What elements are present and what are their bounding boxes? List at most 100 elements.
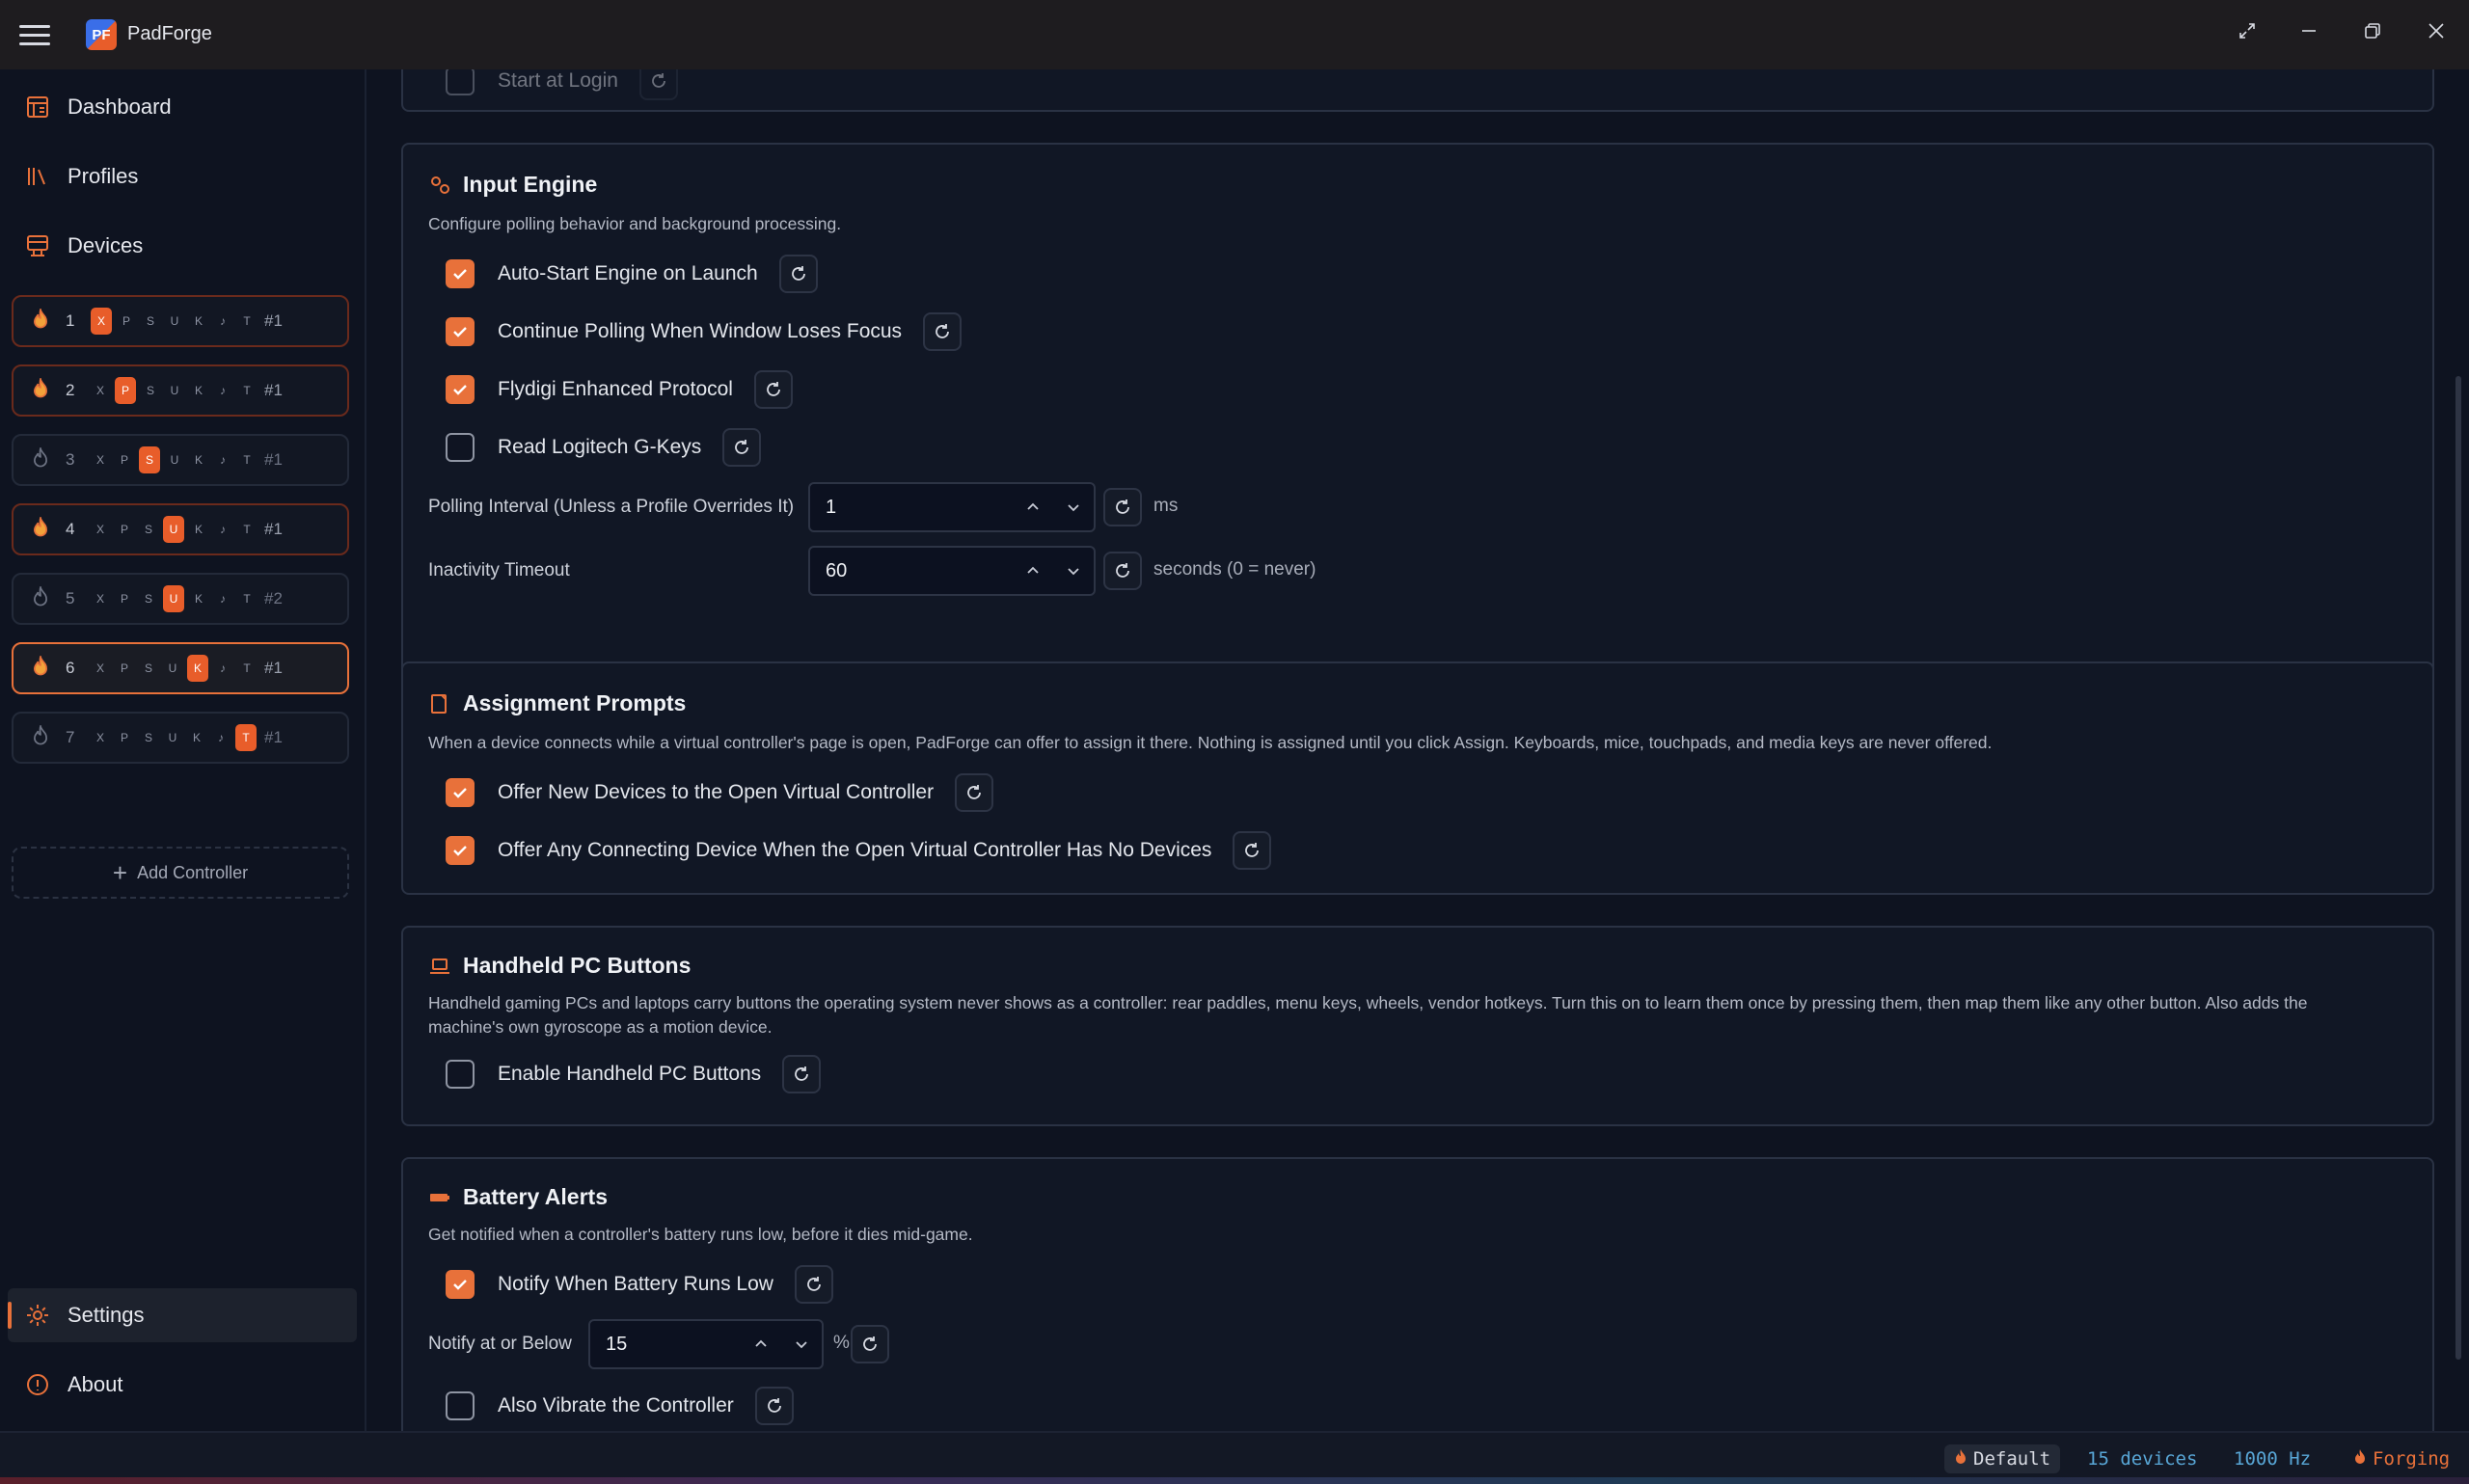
fullscreen-icon[interactable]: [2222, 10, 2272, 52]
vibrate-checkbox[interactable]: [446, 1391, 475, 1420]
decrement-icon[interactable]: [1053, 548, 1094, 594]
auto-start-checkbox[interactable]: [446, 259, 475, 288]
controller-slot-5[interactable]: 5 X P S U K ♪ T #2: [12, 573, 349, 625]
keyboard-icon[interactable]: K: [189, 311, 208, 331]
user-icon[interactable]: U: [165, 311, 184, 331]
reset-icon[interactable]: [722, 428, 762, 467]
add-controller-button[interactable]: + Add Controller: [12, 847, 349, 899]
reset-icon[interactable]: [754, 1387, 794, 1425]
logitech-gkeys-checkbox[interactable]: [446, 433, 475, 462]
sidebar-item-settings[interactable]: Settings: [8, 1288, 357, 1342]
playstation-icon[interactable]: P: [115, 659, 134, 678]
xbox-icon[interactable]: X: [91, 589, 110, 608]
content-scrollbar[interactable]: [2455, 376, 2461, 1360]
reset-icon[interactable]: [778, 255, 818, 293]
controller-slot-3[interactable]: 3 X P S U K ♪ T #1: [12, 434, 349, 486]
increment-icon[interactable]: [1013, 484, 1053, 530]
sidebar-item-dashboard[interactable]: Dashboard: [8, 80, 357, 134]
close-icon[interactable]: [2411, 10, 2461, 52]
sidebar-item-about[interactable]: About: [8, 1358, 357, 1412]
switch-icon[interactable]: S: [139, 520, 158, 539]
controller-slot-7[interactable]: 7 X P S U K ♪ T #1: [12, 712, 349, 764]
touchpad-icon[interactable]: T: [235, 724, 257, 751]
user-icon[interactable]: U: [163, 659, 182, 678]
controller-slot-2[interactable]: 2 X P S U K ♪ T #1: [12, 364, 349, 417]
continue-polling-checkbox[interactable]: [446, 317, 475, 346]
reset-icon[interactable]: [753, 370, 793, 409]
active-profile-badge[interactable]: Default: [1944, 1444, 2061, 1473]
keyboard-icon[interactable]: K: [187, 655, 208, 682]
music-icon[interactable]: ♪: [213, 520, 232, 539]
sidebar-item-devices[interactable]: Devices: [8, 219, 357, 273]
reset-icon[interactable]: [794, 1265, 833, 1304]
reset-icon[interactable]: [638, 69, 678, 100]
controller-slot-4[interactable]: 4 X P S U K ♪ T #1: [12, 503, 349, 555]
keyboard-icon[interactable]: K: [189, 520, 208, 539]
sidebar-item-profiles[interactable]: Profiles: [8, 149, 357, 203]
music-icon[interactable]: ♪: [213, 381, 232, 400]
flydigi-checkbox[interactable]: [446, 375, 475, 404]
enable-handheld-checkbox[interactable]: [446, 1060, 475, 1089]
threshold-input[interactable]: 15: [588, 1319, 824, 1369]
xbox-icon[interactable]: X: [91, 520, 110, 539]
keyboard-icon[interactable]: K: [189, 450, 208, 470]
keyboard-icon[interactable]: K: [189, 589, 208, 608]
playstation-icon[interactable]: P: [115, 589, 134, 608]
controller-slot-1[interactable]: 1 X P S U K ♪ T #1: [12, 295, 349, 347]
touchpad-icon[interactable]: T: [237, 311, 257, 331]
increment-icon[interactable]: [1013, 548, 1053, 594]
playstation-icon[interactable]: P: [115, 450, 134, 470]
start-at-login-checkbox[interactable]: [446, 69, 475, 95]
increment-icon[interactable]: [741, 1321, 781, 1367]
polling-interval-input[interactable]: 1: [808, 482, 1096, 532]
playstation-icon[interactable]: P: [115, 728, 134, 747]
touchpad-icon[interactable]: T: [237, 589, 257, 608]
offer-any-device-checkbox[interactable]: [446, 836, 475, 865]
touchpad-icon[interactable]: T: [237, 381, 257, 400]
inactivity-timeout-input[interactable]: 60: [808, 546, 1096, 596]
switch-icon[interactable]: S: [139, 589, 158, 608]
music-icon[interactable]: ♪: [213, 450, 232, 470]
keyboard-icon[interactable]: K: [189, 381, 208, 400]
user-icon[interactable]: U: [165, 381, 184, 400]
xbox-icon[interactable]: X: [91, 308, 112, 335]
music-icon[interactable]: ♪: [213, 589, 232, 608]
reset-icon[interactable]: [1103, 552, 1142, 590]
switch-icon[interactable]: S: [139, 446, 160, 473]
user-icon[interactable]: U: [163, 728, 182, 747]
xbox-icon[interactable]: X: [91, 659, 110, 678]
notify-battery-checkbox[interactable]: [446, 1270, 475, 1299]
switch-icon[interactable]: S: [139, 728, 158, 747]
playstation-icon[interactable]: P: [117, 311, 136, 331]
playstation-icon[interactable]: P: [115, 520, 134, 539]
touchpad-icon[interactable]: T: [237, 659, 257, 678]
switch-icon[interactable]: S: [141, 311, 160, 331]
reset-icon[interactable]: [955, 773, 994, 812]
reset-icon[interactable]: [782, 1055, 822, 1093]
decrement-icon[interactable]: [1053, 484, 1094, 530]
decrement-icon[interactable]: [781, 1321, 822, 1367]
controller-slot-6[interactable]: 6 X P S U K ♪ T #1: [12, 642, 349, 694]
reset-icon[interactable]: [851, 1325, 889, 1363]
offer-new-devices-checkbox[interactable]: [446, 778, 475, 807]
user-icon[interactable]: U: [163, 516, 184, 543]
touchpad-icon[interactable]: T: [237, 520, 257, 539]
music-icon[interactable]: ♪: [213, 659, 232, 678]
xbox-icon[interactable]: X: [91, 728, 110, 747]
xbox-icon[interactable]: X: [91, 381, 110, 400]
music-icon[interactable]: ♪: [211, 728, 231, 747]
xbox-icon[interactable]: X: [91, 450, 110, 470]
touchpad-icon[interactable]: T: [237, 450, 257, 470]
user-icon[interactable]: U: [165, 450, 184, 470]
music-icon[interactable]: ♪: [213, 311, 232, 331]
reset-icon[interactable]: [923, 312, 963, 351]
minimize-icon[interactable]: [2284, 10, 2334, 52]
keyboard-icon[interactable]: K: [187, 728, 206, 747]
switch-icon[interactable]: S: [141, 381, 160, 400]
switch-icon[interactable]: S: [139, 659, 158, 678]
restore-icon[interactable]: [2347, 10, 2398, 52]
user-icon[interactable]: U: [163, 585, 184, 612]
hamburger-menu-icon[interactable]: [19, 21, 50, 48]
reset-icon[interactable]: [1103, 488, 1142, 526]
playstation-icon[interactable]: P: [115, 377, 136, 404]
